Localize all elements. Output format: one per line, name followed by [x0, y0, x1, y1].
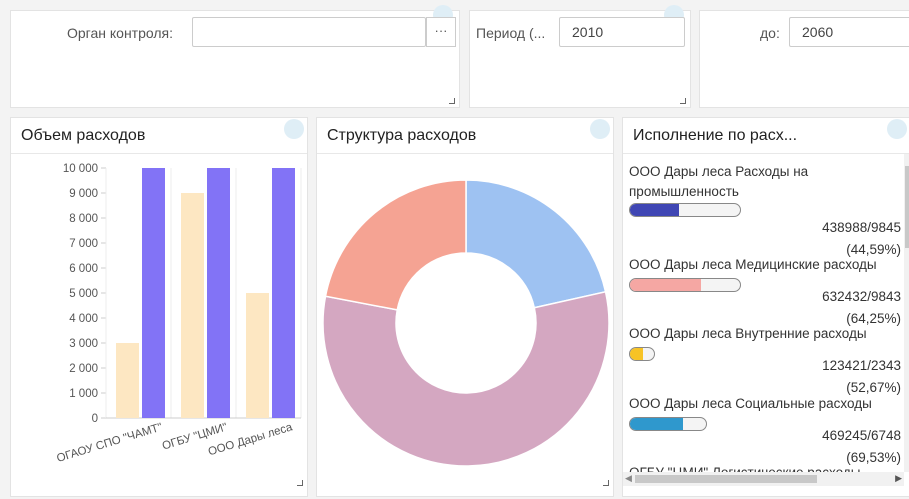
volume-title: Объем расходов: [21, 127, 146, 144]
y-tick-label: 6 000: [69, 263, 98, 275]
y-tick-label: 2 000: [69, 363, 98, 375]
panel-corner-dot: [887, 119, 907, 139]
execution-item-name: ООО Дары леса Расходы на промышленность: [629, 164, 809, 199]
y-tick-label: 9 000: [69, 188, 98, 200]
period-to-panel: до: 2060: [699, 10, 909, 108]
execution-item: ООО Дары леса Внутренние расходы 123421/…: [629, 324, 901, 399]
structure-panel: Структура расходов: [316, 117, 614, 497]
progress-fill: [630, 204, 680, 216]
execution-item-value: 123421/2343: [822, 358, 901, 373]
title-divider: [623, 153, 909, 154]
y-tick-label: 10 000: [63, 163, 98, 175]
y-tick-label: 7 000: [69, 238, 98, 250]
execution-item-value: 469245/6748: [822, 428, 901, 443]
horizontal-scrollbar[interactable]: ◀ ▶: [623, 472, 904, 486]
bar[interactable]: [272, 168, 295, 418]
execution-item: ООО Дары леса Медицинские расходы 632432…: [629, 255, 901, 330]
resize-handle[interactable]: [297, 480, 303, 486]
execution-item: ООО Дары леса Социальные расходы 469245/…: [629, 394, 901, 469]
resize-handle[interactable]: [449, 98, 455, 104]
bar[interactable]: [142, 168, 165, 418]
volume-bar-chart: 0 1 000 2 000 3 000 4 000 5 000 6 000 7 000 8 00…: [55, 163, 302, 465]
bar[interactable]: [246, 293, 269, 418]
period-to-input[interactable]: 2060: [789, 17, 909, 47]
structure-donut-chart: [322, 179, 610, 467]
y-tick-label: 0: [92, 413, 98, 425]
execution-progress-bar: [629, 203, 741, 217]
vertical-scrollbar[interactable]: [904, 154, 909, 472]
x-tick-label: ОГАОУ СПО "ЧАМТ": [55, 421, 164, 465]
organ-input[interactable]: [192, 17, 426, 47]
horizontal-scroll-thumb[interactable]: [635, 475, 817, 483]
execution-item-value: 438988/9845: [822, 220, 901, 235]
donut-slice[interactable]: [465, 179, 607, 309]
structure-title: Структура расходов: [327, 127, 477, 144]
bar[interactable]: [116, 343, 139, 418]
period-from-panel: Период (... 2010: [469, 5, 691, 108]
organ-filter-panel: Орган контроля: ···: [10, 5, 460, 108]
execution-item-name: ООО Дары леса Медицинские расходы: [629, 257, 877, 272]
bar[interactable]: [207, 168, 230, 418]
scroll-left-icon[interactable]: ◀: [625, 473, 632, 484]
execution-panel: Исполнение по расх... ООО Дары леса Расх…: [622, 117, 909, 497]
donut-slice[interactable]: [324, 179, 467, 311]
execution-item-name: ООО Дары леса Внутренние расходы: [629, 326, 867, 341]
execution-item-name: ООО Дары леса Социальные расходы: [629, 396, 872, 411]
execution-item-value: 632432/9843: [822, 289, 901, 304]
volume-panel: Объем расходов 0 1 000 2 000 3 000 4 000 5 00…: [10, 117, 308, 497]
panel-corner-dot: [590, 119, 610, 139]
y-tick-label: 5 000: [69, 288, 98, 300]
organ-label: Орган контроля:: [67, 25, 173, 41]
y-tick-label: 4 000: [69, 313, 98, 325]
organ-select-button[interactable]: ···: [426, 17, 456, 47]
resize-handle[interactable]: [680, 98, 686, 104]
y-tick-label: 8 000: [69, 213, 98, 225]
panel-corner-dot: [284, 119, 304, 139]
y-tick-label: 3 000: [69, 338, 98, 350]
y-tick-label: 1 000: [69, 388, 98, 400]
execution-item: ООО Дары леса Расходы на промышленность …: [629, 162, 901, 261]
scroll-right-icon[interactable]: ▶: [895, 473, 902, 484]
bar[interactable]: [181, 193, 204, 418]
to-label: до:: [760, 25, 780, 41]
vertical-scroll-thumb[interactable]: [905, 166, 909, 248]
execution-title: Исполнение по расх...: [633, 127, 798, 144]
resize-handle[interactable]: [603, 480, 609, 486]
period-label: Период (...: [476, 25, 546, 41]
period-from-input[interactable]: 2010: [559, 17, 685, 47]
donut-slice[interactable]: [322, 290, 610, 467]
